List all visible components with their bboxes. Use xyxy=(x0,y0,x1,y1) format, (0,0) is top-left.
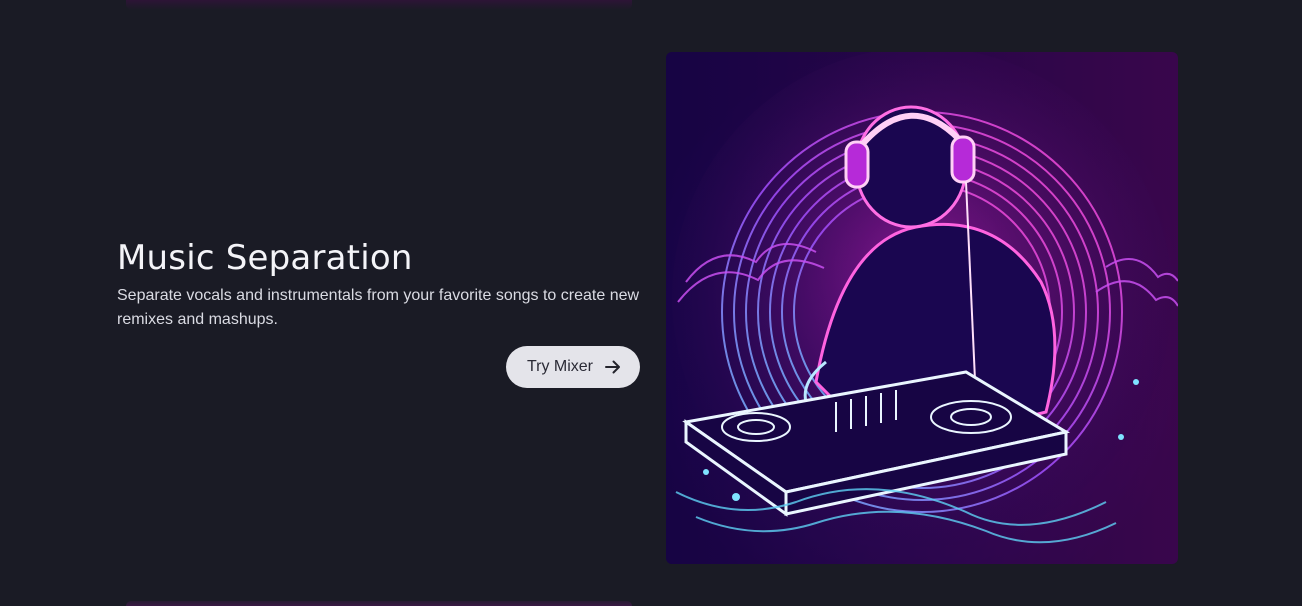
try-mixer-label: Try Mixer xyxy=(526,358,593,375)
try-mixer-button[interactable]: Try Mixer xyxy=(505,346,640,388)
previous-card-edge xyxy=(126,0,632,10)
feature-title: Music Separation xyxy=(117,238,413,278)
dj-illustration xyxy=(666,52,1178,564)
cta-row: Try Mixer xyxy=(117,346,640,388)
feature-section: Music Separation Separate vocals and ins… xyxy=(117,236,641,388)
page: Music Separation Separate vocals and ins… xyxy=(0,0,1302,606)
arrow-right-icon xyxy=(605,360,621,374)
feature-description: Separate vocals and instrumentals from y… xyxy=(117,287,640,328)
next-card-edge xyxy=(126,601,632,606)
